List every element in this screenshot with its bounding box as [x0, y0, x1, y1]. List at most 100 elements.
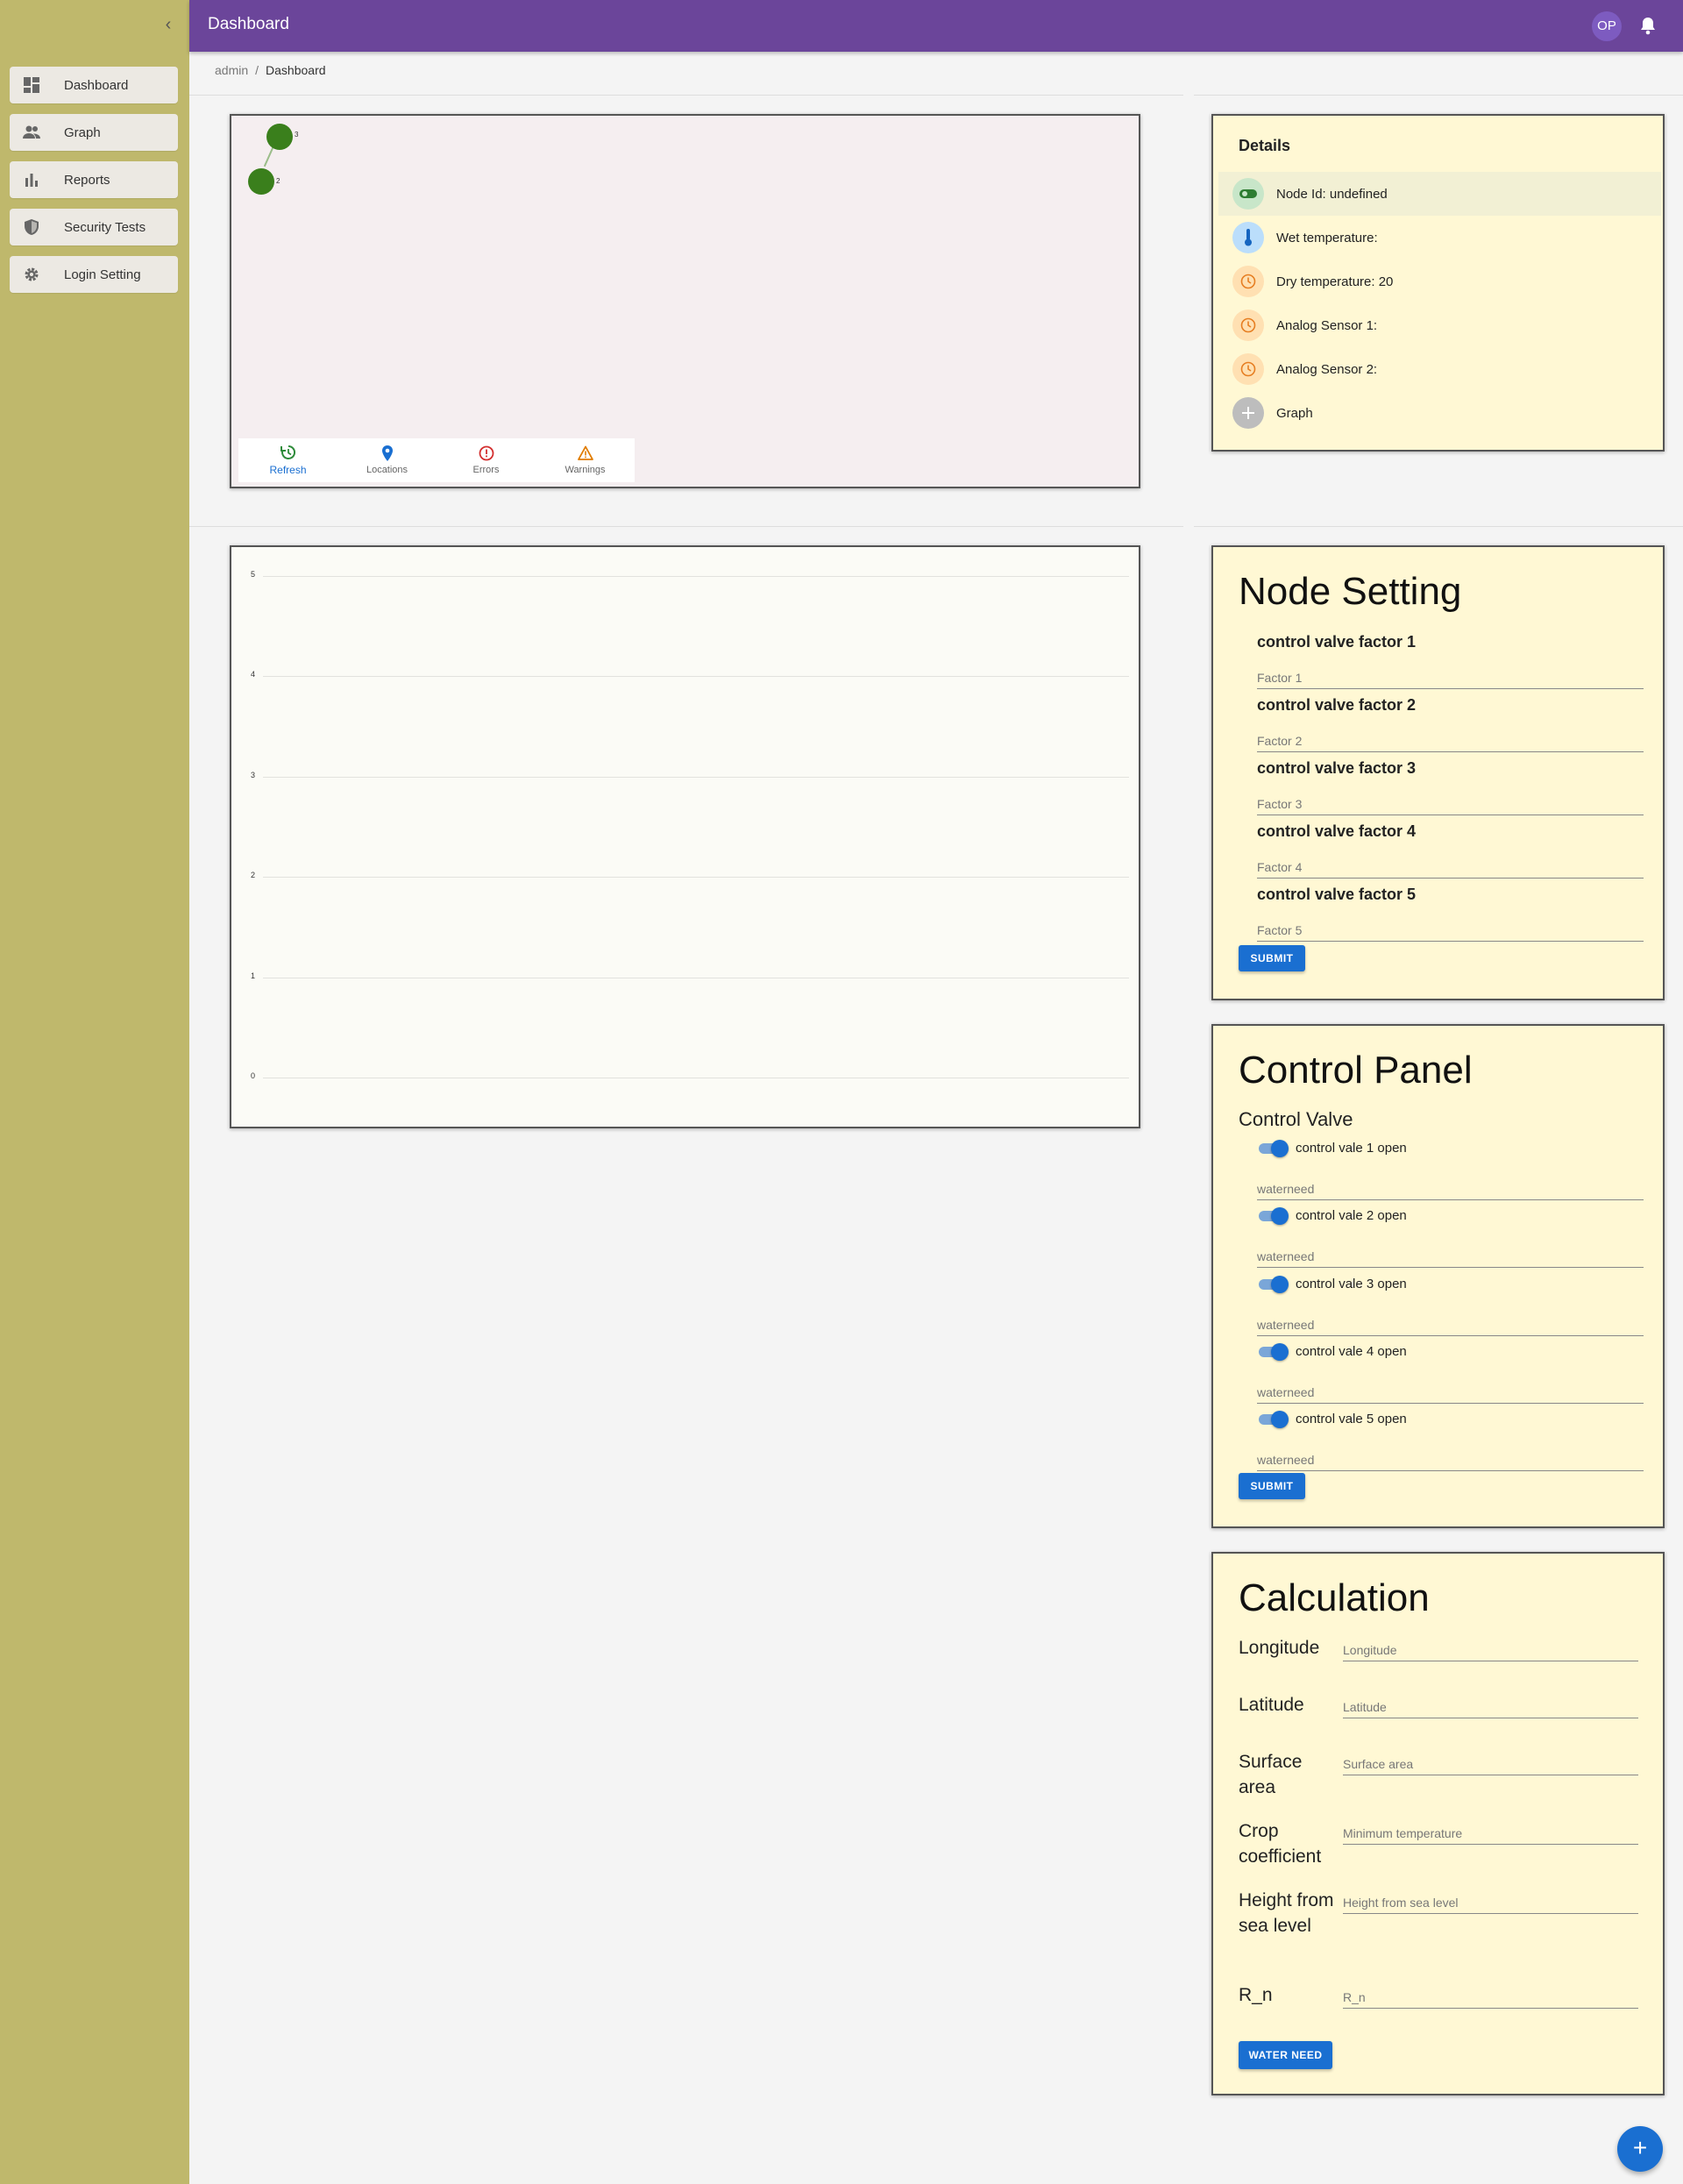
valve-1-switch[interactable] [1257, 1140, 1289, 1157]
errors-button[interactable]: Errors [437, 438, 536, 482]
valve-label: control vale 3 open [1296, 1277, 1407, 1291]
valve-2-switch[interactable] [1257, 1207, 1289, 1225]
latitude-placeholder: Latitude [1343, 1700, 1387, 1714]
waterneed-placeholder: waterneed [1257, 1318, 1315, 1332]
detail-row-analog-sensor-2[interactable]: Analog Sensor 2: [1218, 347, 1661, 391]
crop-coefficient-placeholder: Minimum temperature [1343, 1826, 1463, 1840]
chart-gridline [263, 576, 1129, 577]
factor-3-input[interactable]: Factor 3 [1257, 793, 1644, 815]
sidebar-item-label: Reports [64, 172, 110, 188]
errors-label: Errors [472, 465, 500, 475]
toggle-icon [1232, 178, 1264, 210]
details-title: Details [1239, 137, 1291, 154]
waterneed-placeholder: waterneed [1257, 1249, 1315, 1263]
factor-1-input[interactable]: Factor 1 [1257, 667, 1644, 689]
dashboard-icon [22, 75, 41, 95]
factor-4-input[interactable]: Factor 4 [1257, 857, 1644, 879]
map-bottom-navigation: Refresh Locations Errors Warnings [238, 438, 635, 482]
detail-row-wet-temperature[interactable]: Wet temperature: [1218, 216, 1661, 260]
y-tick-label: 4 [251, 670, 256, 679]
page-title: Dashboard [208, 15, 289, 33]
switch-thumb [1271, 1140, 1289, 1157]
water-need-button[interactable]: WATER NEED [1239, 2041, 1332, 2069]
detail-row-dry-temperature[interactable]: Dry temperature: 20 [1218, 260, 1661, 303]
sensor-chart: 5 4 3 2 1 0 [230, 545, 1140, 1128]
factor-title: control valve factor 4 [1257, 822, 1417, 840]
y-tick-label: 1 [251, 971, 256, 980]
avatar[interactable]: OP [1592, 11, 1622, 41]
longitude-input[interactable]: Longitude [1343, 1640, 1638, 1661]
factor-2-input[interactable]: Factor 2 [1257, 730, 1644, 752]
detail-text: Graph [1276, 405, 1313, 421]
surface-area-input[interactable]: Surface area [1343, 1754, 1638, 1775]
network-node[interactable] [266, 124, 293, 150]
details-card: Details Node Id: undefined Wet temperatu… [1211, 114, 1665, 452]
chart-gridline [263, 676, 1129, 678]
refresh-icon [280, 445, 296, 460]
waterneed-placeholder: waterneed [1257, 1182, 1315, 1196]
detail-row-analog-sensor-1[interactable]: Analog Sensor 1: [1218, 303, 1661, 347]
submit-button[interactable]: SUBMIT [1239, 945, 1305, 971]
sidebar-item-reports[interactable]: Reports [10, 161, 178, 198]
longitude-placeholder: Longitude [1343, 1643, 1397, 1657]
plus-icon [1232, 397, 1264, 429]
factor-placeholder: Factor 2 [1257, 734, 1303, 748]
clock-icon [1232, 309, 1264, 341]
refresh-button[interactable]: Refresh [238, 438, 337, 482]
refresh-label: Refresh [269, 464, 307, 476]
network-node[interactable] [248, 168, 274, 195]
r-n-input[interactable]: R_n [1343, 1987, 1638, 2009]
switch-thumb [1271, 1411, 1289, 1428]
calculation-card: Calculation Longitude Longitude Latitude… [1211, 1552, 1665, 2095]
add-fab-button[interactable]: + [1617, 2126, 1663, 2172]
warnings-button[interactable]: Warnings [536, 438, 635, 482]
bar-chart-icon [22, 170, 41, 189]
network-map[interactable]: 3 2 Refresh Locations Errors Warnings [230, 114, 1140, 488]
latitude-input[interactable]: Latitude [1343, 1697, 1638, 1718]
node-setting-title: Node Setting [1239, 570, 1462, 613]
height-from-sea-level-input[interactable]: Height from sea level [1343, 1892, 1638, 1914]
sidebar-item-security-tests[interactable]: Security Tests [10, 209, 178, 245]
thermometer-icon [1232, 222, 1264, 253]
crop-coefficient-input[interactable]: Minimum temperature [1343, 1823, 1638, 1845]
node-setting-card: Node Setting control valve factor 1 Fact… [1211, 545, 1665, 1000]
chevron-left-icon[interactable]: ‹ [158, 14, 179, 35]
valve-1-waterneed-input[interactable]: waterneed [1257, 1178, 1644, 1200]
submit-button[interactable]: SUBMIT [1239, 1473, 1305, 1499]
y-tick-label: 2 [251, 871, 256, 880]
sidebar-item-label: Graph [64, 124, 101, 140]
sidebar-item-dashboard[interactable]: Dashboard [10, 67, 178, 103]
valve-4-switch[interactable] [1257, 1343, 1289, 1361]
sidebar-item-login-setting[interactable]: Login Setting [10, 256, 178, 293]
sidebar-item-graph[interactable]: Graph [10, 114, 178, 151]
locations-button[interactable]: Locations [337, 438, 437, 482]
valve-3-waterneed-input[interactable]: waterneed [1257, 1314, 1644, 1336]
y-tick-label: 0 [251, 1071, 256, 1080]
factor-5-input[interactable]: Factor 5 [1257, 920, 1644, 942]
sidebar-item-label: Security Tests [64, 219, 146, 235]
valve-4-waterneed-input[interactable]: waterneed [1257, 1382, 1644, 1404]
valve-5-waterneed-input[interactable]: waterneed [1257, 1449, 1644, 1471]
app-bar: Dashboard OP [189, 0, 1683, 52]
switch-thumb [1271, 1276, 1289, 1293]
valve-3-switch[interactable] [1257, 1276, 1289, 1293]
factor-placeholder: Factor 3 [1257, 797, 1303, 811]
warning-icon [577, 445, 593, 461]
valve-2-waterneed-input[interactable]: waterneed [1257, 1246, 1644, 1268]
valve-5-switch[interactable] [1257, 1411, 1289, 1428]
sidebar-item-label: Login Setting [64, 267, 141, 282]
sidebar-item-label: Dashboard [64, 77, 129, 93]
people-icon [22, 123, 41, 142]
locations-label: Locations [366, 465, 408, 475]
r-n-label: R_n [1239, 1985, 1273, 2005]
node-label: 2 [276, 177, 280, 185]
height-from-sea-level-label: Height from sea level [1239, 1890, 1334, 1936]
factor-title: control valve factor 1 [1257, 633, 1417, 651]
factor-title: control valve factor 3 [1257, 759, 1417, 777]
clock-icon [1232, 353, 1264, 385]
detail-row-node-id[interactable]: Node Id: undefined [1218, 172, 1661, 216]
y-tick-label: 5 [251, 570, 256, 579]
detail-row-graph[interactable]: Graph [1218, 391, 1661, 435]
bell-icon[interactable] [1639, 16, 1658, 35]
breadcrumb-root[interactable]: admin [215, 63, 248, 77]
